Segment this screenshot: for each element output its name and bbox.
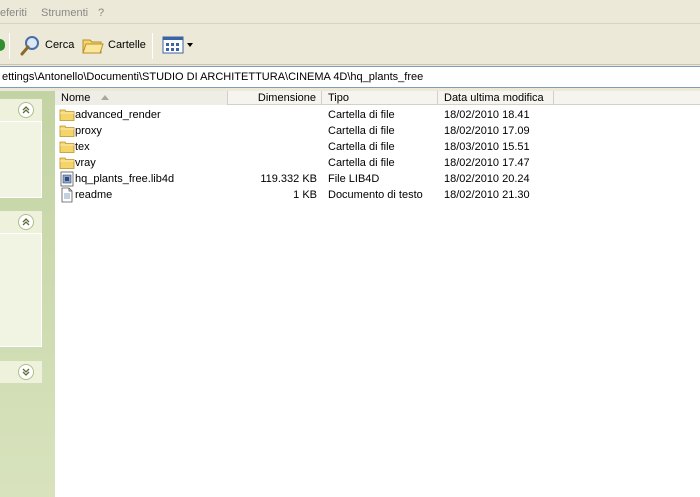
file-modified: 18/03/2010 15.51 xyxy=(444,141,530,153)
task-panel-body xyxy=(0,121,42,198)
lib4d-file-icon xyxy=(60,171,74,187)
file-name: vray xyxy=(75,157,96,169)
file-type: Cartella di file xyxy=(328,157,395,169)
file-row[interactable]: hq_plants_free.lib4d 119.332 KB File LIB… xyxy=(55,171,700,187)
file-name: tex xyxy=(75,141,90,153)
toolbar: Cerca Cartelle xyxy=(0,25,700,65)
view-grid-icon xyxy=(162,36,184,54)
file-type: Cartella di file xyxy=(328,141,395,153)
file-row[interactable]: tex Cartella di file 18/03/2010 15.51 xyxy=(55,139,700,155)
search-icon xyxy=(20,36,39,56)
file-type: Cartella di file xyxy=(328,109,395,121)
column-header-bar: Nome Dimensione Tipo Data ultima modific… xyxy=(55,91,700,105)
file-name: hq_plants_free.lib4d xyxy=(75,173,175,185)
column-name-label: Nome xyxy=(61,92,91,104)
address-bar[interactable]: ettings\Antonello\Documenti\STUDIO DI AR… xyxy=(0,66,700,88)
search-button[interactable]: Cerca xyxy=(20,32,74,58)
menu-help[interactable]: ? xyxy=(98,7,104,19)
file-name: proxy xyxy=(75,125,102,137)
file-row[interactable]: proxy Cartella di file 18/02/2010 17.09 xyxy=(55,123,700,139)
file-size: 119.332 KB xyxy=(260,173,317,185)
folder-icon xyxy=(59,125,75,137)
file-type: Documento di testo xyxy=(328,189,423,201)
menu-preferiti[interactable]: eferiti xyxy=(0,7,27,19)
column-header-name[interactable]: Nome xyxy=(55,91,228,105)
folders-icon xyxy=(82,39,104,54)
column-type-label: Tipo xyxy=(328,92,349,104)
column-size-label: Dimensione xyxy=(257,92,316,104)
file-type: File LIB4D xyxy=(328,173,380,185)
file-modified: 18/02/2010 21.30 xyxy=(444,189,530,201)
column-modified-label: Data ultima modifica xyxy=(444,92,544,104)
column-header-size[interactable]: Dimensione xyxy=(228,91,322,105)
folder-icon xyxy=(59,141,75,153)
file-row[interactable]: readme 1 KB Documento di testo 18/02/201… xyxy=(55,187,700,203)
chevron-down-icon xyxy=(187,43,193,47)
folders-button[interactable]: Cartelle xyxy=(81,32,146,58)
task-panel-header[interactable] xyxy=(0,361,42,383)
folders-label: Cartelle xyxy=(108,39,146,51)
column-header-modified[interactable]: Data ultima modifica xyxy=(438,91,554,105)
file-size: 1 KB xyxy=(293,189,317,201)
file-modified: 18/02/2010 17.09 xyxy=(444,125,530,137)
forward-arrow-icon[interactable] xyxy=(0,39,5,51)
chevron-down-icon[interactable] xyxy=(18,364,34,380)
menu-strumenti[interactable]: Strumenti xyxy=(41,7,88,19)
chevron-up-icon[interactable] xyxy=(18,214,34,230)
menu-bar: eferiti Strumenti ? xyxy=(0,0,700,24)
file-row[interactable]: vray Cartella di file 18/02/2010 17.47 xyxy=(55,155,700,171)
task-panel-body xyxy=(0,233,42,347)
file-modified: 18/02/2010 17.47 xyxy=(444,157,530,169)
file-modified: 18/02/2010 18.41 xyxy=(444,109,530,121)
sort-ascending-icon xyxy=(101,95,109,100)
file-list-pane: Nome Dimensione Tipo Data ultima modific… xyxy=(55,91,700,497)
chevron-up-icon[interactable] xyxy=(18,102,34,118)
views-button[interactable] xyxy=(162,32,193,58)
task-panel-header[interactable] xyxy=(0,211,42,233)
folder-icon xyxy=(59,157,75,169)
task-panel-header[interactable] xyxy=(0,99,42,121)
file-row[interactable]: advanced_render Cartella di file 18/02/2… xyxy=(55,107,700,123)
search-label: Cerca xyxy=(45,39,75,51)
file-modified: 18/02/2010 20.24 xyxy=(444,173,530,185)
text-document-icon xyxy=(61,187,73,203)
task-pane xyxy=(0,91,55,497)
toolbar-separator xyxy=(9,33,10,59)
address-path[interactable]: ettings\Antonello\Documenti\STUDIO DI AR… xyxy=(2,71,423,83)
toolbar-separator xyxy=(152,33,153,59)
column-header-type[interactable]: Tipo xyxy=(322,91,438,105)
file-name: advanced_render xyxy=(75,109,161,121)
file-type: Cartella di file xyxy=(328,125,395,137)
folder-icon xyxy=(59,109,75,121)
file-name: readme xyxy=(75,189,113,201)
